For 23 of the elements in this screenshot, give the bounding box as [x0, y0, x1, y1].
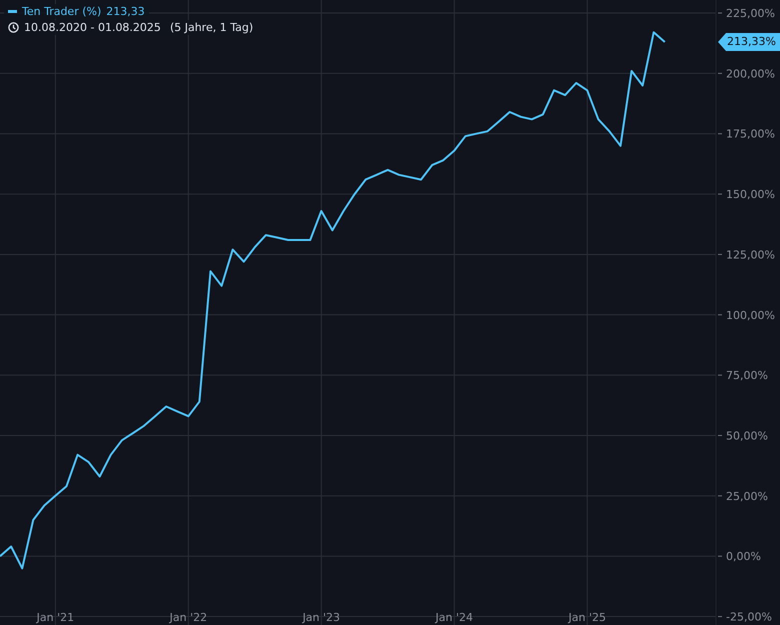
clock-icon — [8, 22, 19, 33]
date-range: 10.08.2020 - 01.08.2025 — [24, 21, 161, 34]
y-axis-label: 150,00% — [726, 188, 775, 202]
x-axis-label: Jan '25 — [568, 611, 606, 624]
x-axis-label: Jan '22 — [170, 611, 208, 624]
y-axis-label: 225,00% — [726, 7, 775, 20]
y-axis-label: -25,00% — [726, 610, 772, 624]
y-axis-label: 50,00% — [726, 430, 768, 442]
y-axis-label: 25,00% — [726, 490, 768, 503]
y-axis-label: 0,00% — [726, 550, 761, 564]
price-label: 213,33% — [718, 33, 780, 51]
y-axis-label: 125,00% — [726, 248, 775, 262]
series-name: Ten Trader (%) — [22, 5, 102, 18]
duration: (5 Jahre, 1 Tag) — [170, 21, 254, 34]
series-swatch-icon — [8, 10, 17, 13]
y-axis-label: 175,00% — [726, 128, 775, 141]
y-axis-label: 75,00% — [726, 369, 768, 382]
x-axis-label: Jan '24 — [436, 611, 474, 624]
series-value: 213,33 — [106, 5, 145, 18]
x-axis-label: Jan '21 — [36, 611, 74, 624]
x-axis-label: Jan '23 — [302, 611, 340, 624]
y-axis-label: 100,00% — [726, 308, 775, 322]
y-axis-label: 200,00% — [726, 67, 775, 80]
